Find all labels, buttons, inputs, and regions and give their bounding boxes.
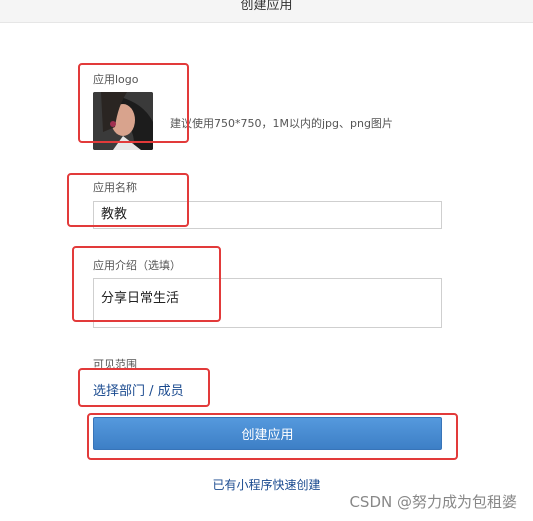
annotation-box-name [67, 173, 189, 227]
annotation-box-create [87, 413, 458, 460]
annotation-box-intro [72, 246, 221, 322]
page-header: 创建应用 [0, 0, 533, 23]
logo-hint: 建议使用750*750，1M以内的jpg、png图片 [170, 117, 393, 130]
annotation-box-visibility [78, 368, 210, 407]
watermark: CSDN @努力成为包租婆 [349, 493, 517, 511]
annotation-box-logo [78, 63, 189, 143]
page-title: 创建应用 [240, 0, 293, 13]
